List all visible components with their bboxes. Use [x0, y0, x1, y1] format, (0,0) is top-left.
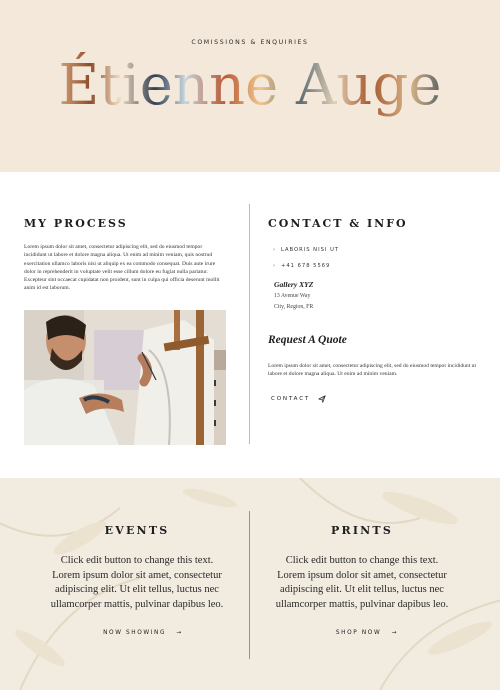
- paper-plane-icon: [318, 395, 326, 403]
- contact-button-label: CONTACT: [271, 396, 311, 402]
- hero-title: Étienne Auge: [0, 52, 500, 120]
- prints-heading: PRINTS: [331, 524, 393, 537]
- contact-heading: CONTACT & INFO: [268, 217, 408, 230]
- contact-item[interactable]: › +41 678 5569: [273, 261, 339, 277]
- chevron-right-icon: ›: [273, 247, 277, 253]
- hero-banner: COMISSIONS & ENQUIRIES Étienne Auge: [0, 0, 500, 172]
- artist-photo: [24, 310, 226, 445]
- contact-item-label: LABORIS NISI UT: [281, 247, 340, 253]
- address-line-2: City, Region, FR: [274, 304, 314, 310]
- address-line-1: 13 Avenue Way: [274, 293, 311, 299]
- contact-button[interactable]: CONTACT: [271, 395, 326, 403]
- chevron-right-icon: ›: [273, 263, 277, 269]
- vertical-divider: [249, 511, 250, 659]
- quote-text: Lorem ipsum dolor sit amet, consectetur …: [268, 363, 477, 378]
- contact-item[interactable]: › LABORIS NISI UT: [273, 245, 339, 261]
- events-text: Click edit button to change this text. L…: [50, 555, 224, 610]
- arrow-right-icon: →: [384, 630, 399, 636]
- shop-now-link[interactable]: SHOP NOW →: [267, 630, 467, 636]
- quote-title: Request A Quote: [268, 334, 347, 346]
- gallery-name: Gallery XYZ: [274, 280, 314, 289]
- arrow-right-icon: →: [169, 630, 183, 636]
- artist-painting-image: [24, 310, 226, 445]
- events-prints-section: EVENTS Click edit button to change this …: [0, 478, 500, 690]
- vertical-divider: [249, 204, 250, 444]
- events-heading: EVENTS: [104, 524, 170, 537]
- hero-kicker: COMISSIONS & ENQUIRIES: [191, 39, 309, 46]
- now-showing-label: NOW SHOWING: [103, 630, 167, 636]
- contact-list: › LABORIS NISI UT › +41 678 5569: [273, 245, 339, 277]
- contact-item-label: +41 678 5569: [281, 263, 331, 269]
- shop-now-label: SHOP NOW: [335, 630, 382, 636]
- process-text: Lorem ipsum dolor sit amet, consectetur …: [24, 244, 220, 292]
- gallery-address: 13 Avenue Way City, Region, FR: [274, 291, 313, 313]
- prints-text: Click edit button to change this text. L…: [275, 555, 449, 610]
- now-showing-link[interactable]: NOW SHOWING →: [43, 630, 243, 636]
- process-heading: MY PROCESS: [24, 217, 128, 230]
